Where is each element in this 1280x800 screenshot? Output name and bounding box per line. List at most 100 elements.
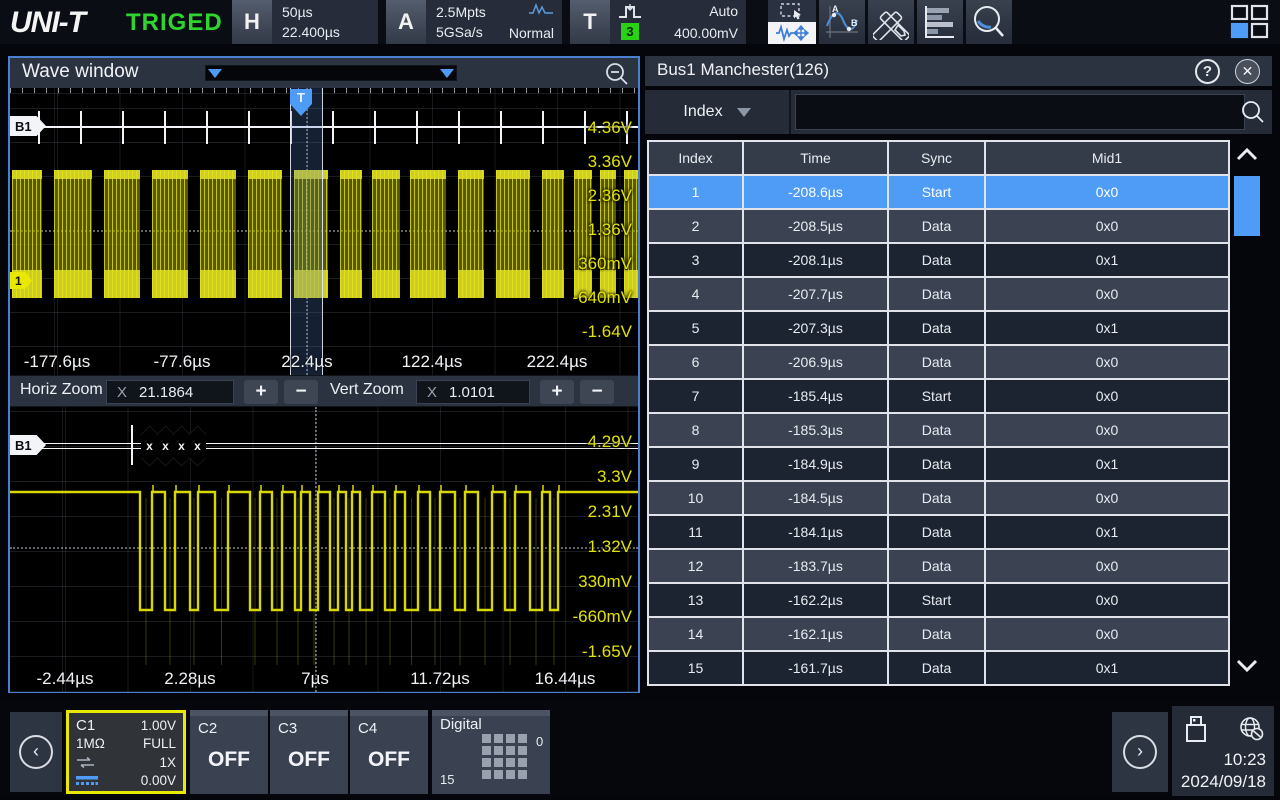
- svg-text:B: B: [851, 18, 858, 28]
- scroll-down-button[interactable]: [1234, 652, 1260, 678]
- signal-burst: [54, 170, 92, 298]
- channel1-card[interactable]: C11.00V 1MΩFULL 1X 0.00V: [66, 710, 186, 794]
- histogram-button[interactable]: [917, 0, 963, 44]
- table-row[interactable]: 8-185.3µsData0x0: [649, 414, 1230, 448]
- zoomed-waveform-plot[interactable]: xxxx B1 4.29V3.3V2.31V1.32V330mV-660mV-1…: [10, 407, 638, 692]
- channel-bar-prev-button[interactable]: ‹: [10, 712, 62, 792]
- decode-table-scrollbar: [1234, 140, 1260, 684]
- digital-bit-square: [494, 770, 503, 779]
- pan-tool-button[interactable]: [768, 22, 816, 44]
- table-row[interactable]: 11-184.1µsData0x1: [649, 516, 1230, 550]
- measure-button[interactable]: [868, 0, 914, 44]
- network-disabled-icon: [1238, 715, 1264, 741]
- horiz-zoom-value-box[interactable]: X 21.1864: [106, 380, 234, 404]
- zoom-tool-button[interactable]: [966, 0, 1012, 44]
- table-row[interactable]: 3-208.1µsData0x1: [649, 244, 1230, 278]
- table-cell: -208.1µs: [744, 244, 889, 278]
- time-label: -77.6µs: [153, 352, 210, 372]
- table-cell: 0x1: [986, 516, 1230, 550]
- bus1-transition-tick: [332, 111, 334, 144]
- horiz-zoom-in-button[interactable]: +: [244, 380, 278, 404]
- wave-horizontal-scrollbar[interactable]: [205, 65, 457, 81]
- table-cell: 2: [649, 210, 744, 244]
- layout-grid-icon: [1230, 4, 1270, 40]
- vert-zoom-value: 1.0101: [449, 384, 495, 401]
- scroll-up-button[interactable]: [1234, 142, 1260, 168]
- c1-offset: 0.00V: [141, 773, 176, 788]
- table-row[interactable]: 1-208.6µsStart0x0: [649, 176, 1230, 210]
- table-row[interactable]: 7-185.4µsStart0x0: [649, 380, 1230, 414]
- trigger-key-label: T: [570, 0, 610, 44]
- chevron-up-icon: [1234, 142, 1260, 168]
- scroll-left-marker-icon[interactable]: [208, 69, 222, 78]
- bus1-transition-tick: [500, 111, 502, 144]
- horiz-zoom-out-button[interactable]: −: [284, 380, 318, 404]
- help-button[interactable]: ?: [1195, 59, 1220, 84]
- ab-curve-icon: A B: [824, 4, 860, 40]
- voltage-label: 1.32V: [588, 537, 632, 557]
- search-button[interactable]: [1240, 99, 1266, 125]
- close-button[interactable]: ✕: [1235, 59, 1260, 84]
- main-waveform-plot[interactable]: T B1 1 4.36V3.36V2.36V1.36V360mV-640mV-1…: [10, 88, 638, 375]
- zoom-region-band[interactable]: [290, 88, 323, 375]
- table-row[interactable]: 15-161.7µsData0x1: [649, 652, 1230, 686]
- scroll-right-marker-icon[interactable]: [440, 69, 454, 78]
- rulers-icon: [873, 4, 909, 40]
- select-tool-button[interactable]: [768, 0, 816, 22]
- table-cell: 11: [649, 516, 744, 550]
- table-row[interactable]: 6-206.9µsData0x0: [649, 346, 1230, 380]
- signal-burst: [542, 170, 564, 298]
- horizontal-settings-button[interactable]: H 50µs 22.400µs: [232, 0, 378, 44]
- bus1-transition-tick: [122, 111, 124, 144]
- zoom-out-button[interactable]: [604, 61, 630, 87]
- channel2-card[interactable]: C2 OFF: [190, 710, 268, 794]
- voltage-label: 1.36V: [588, 220, 632, 240]
- timebase-value: 50µs: [282, 3, 370, 21]
- bus1-label[interactable]: B1: [10, 116, 46, 136]
- signal-burst: [458, 170, 484, 298]
- digital-card[interactable]: Digital 0 15: [432, 710, 550, 794]
- vert-zoom-value-box[interactable]: X 1.0101: [416, 380, 530, 404]
- table-row[interactable]: 2-208.5µsData0x0: [649, 210, 1230, 244]
- table-row[interactable]: 10-184.5µsData0x0: [649, 482, 1230, 516]
- status-box: 10:23 2024/09/18: [1172, 706, 1274, 796]
- bus1-transition-tick: [206, 111, 208, 144]
- table-cell: 15: [649, 652, 744, 686]
- table-cell: -185.4µs: [744, 380, 889, 414]
- table-cell: -184.5µs: [744, 482, 889, 516]
- c3-name: C3: [278, 720, 297, 737]
- c4-name: C4: [358, 720, 377, 737]
- table-row[interactable]: 12-183.7µsData0x0: [649, 550, 1230, 584]
- signal-burst: [248, 170, 282, 298]
- chevron-down-icon: [1234, 652, 1260, 678]
- layout-switch-button[interactable]: [1230, 4, 1270, 40]
- channel3-card[interactable]: C3 OFF: [270, 710, 348, 794]
- vert-zoom-out-button[interactable]: −: [580, 380, 614, 404]
- search-input[interactable]: [795, 94, 1245, 130]
- table-row[interactable]: 4-207.7µsData0x0: [649, 278, 1230, 312]
- ab-cursor-button[interactable]: A B: [819, 0, 865, 44]
- table-row[interactable]: 5-207.3µsData0x1: [649, 312, 1230, 346]
- channel4-card[interactable]: C4 OFF: [350, 710, 428, 794]
- table-row[interactable]: 14-162.1µsData0x0: [649, 618, 1230, 652]
- horiz-zoom-value: 21.1864: [139, 384, 193, 401]
- time-label: 22.4µs: [281, 352, 332, 372]
- acquire-settings-button[interactable]: A 2.5Mpts 5GSa/s Normal: [386, 0, 562, 44]
- table-cell: -184.9µs: [744, 448, 889, 482]
- voltage-label: 4.29V: [588, 432, 632, 452]
- search-field-dropdown[interactable]: Index: [645, 90, 791, 134]
- voltage-label: -1.65V: [582, 642, 632, 662]
- table-cell: -207.3µs: [744, 312, 889, 346]
- time-label: -2.44µs: [36, 669, 93, 689]
- table-row[interactable]: 9-184.9µsData0x1: [649, 448, 1230, 482]
- vert-zoom-label: Vert Zoom: [330, 381, 404, 399]
- table-row[interactable]: 13-162.2µsStart0x0: [649, 584, 1230, 618]
- channel-bar-next-button[interactable]: ›: [1112, 712, 1168, 792]
- scrollbar-thumb[interactable]: [1234, 176, 1260, 236]
- c2-state: OFF: [190, 748, 268, 772]
- trigger-settings-button[interactable]: T 3 Auto 400.00mV: [570, 0, 746, 44]
- digital-bit-square: [506, 758, 515, 767]
- table-cell: Data: [889, 550, 986, 584]
- table-cell: Data: [889, 652, 986, 686]
- vert-zoom-in-button[interactable]: +: [540, 380, 574, 404]
